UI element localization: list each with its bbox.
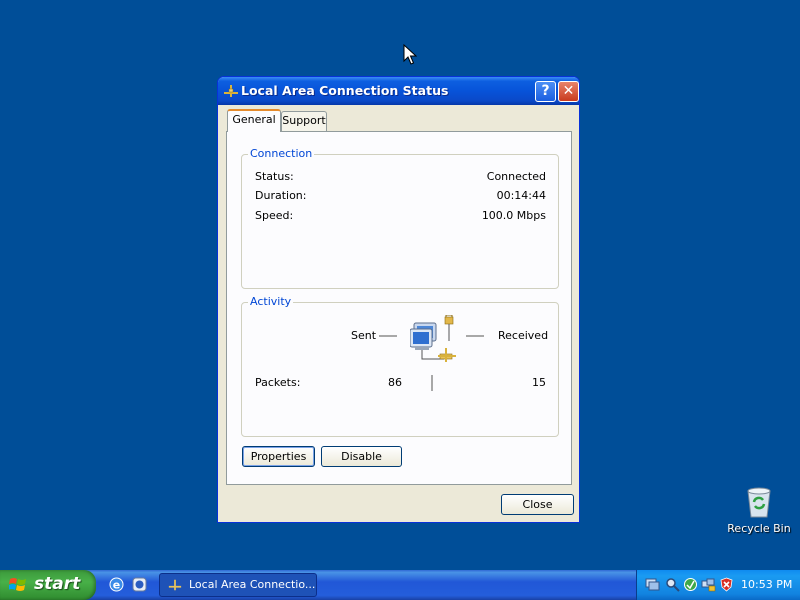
search-tray-icon[interactable] [665, 577, 680, 592]
task-button-connection-status[interactable]: Local Area Connectio... [159, 573, 317, 597]
status-value: Connected [486, 170, 546, 183]
duration-value: 00:14:44 [496, 189, 546, 202]
packets-received-value: 15 [532, 376, 546, 389]
status-label: Status: [255, 170, 294, 183]
tab-support[interactable]: Support [281, 111, 327, 131]
network-connection-icon[interactable] [701, 577, 716, 592]
help-button[interactable]: ? [535, 81, 556, 102]
speed-label: Speed: [255, 209, 294, 222]
internet-explorer-icon[interactable]: e [108, 576, 125, 593]
system-tray: 10:53 PM [636, 570, 800, 600]
update-tray-icon[interactable] [683, 577, 698, 592]
connection-group-label: Connection [248, 147, 315, 160]
packets-sent-value: 86 [388, 376, 402, 389]
title-bar[interactable]: Local Area Connection Status ? ✕ [218, 77, 579, 105]
sent-label: Sent [351, 329, 377, 342]
taskbar: start e Local Area Connectio... 10:53 PM [0, 570, 800, 600]
duration-label: Duration: [255, 189, 307, 202]
start-button[interactable]: start [0, 570, 96, 600]
tab-general[interactable]: General [227, 109, 281, 132]
connection-group: Connection Status: Connected Duration: 0… [241, 147, 559, 289]
packets-label: Packets: [255, 376, 301, 389]
disable-button[interactable]: Disable [321, 446, 402, 467]
security-alert-icon[interactable] [719, 577, 734, 592]
title-close-button[interactable]: ✕ [558, 81, 579, 102]
packets-divider [431, 375, 433, 391]
task-button-label: Local Area Connectio... [189, 578, 316, 591]
network-connection-icon [224, 85, 238, 97]
network-activity-icon [410, 315, 456, 362]
windows-media-icon[interactable] [131, 576, 148, 593]
recycle-bin-icon [747, 487, 771, 518]
network-monitor-icon[interactable] [645, 577, 660, 592]
sent-dash [379, 335, 397, 337]
dialog-body: General Support Connection Status: Conne… [221, 105, 576, 519]
properties-button[interactable]: Properties [242, 446, 315, 467]
network-connection-icon [168, 579, 182, 591]
received-dash [466, 335, 484, 337]
windows-logo-icon [9, 578, 26, 591]
close-button[interactable]: Close [501, 494, 574, 515]
mouse-cursor-icon [403, 44, 417, 65]
start-label: start [34, 574, 81, 594]
svg-text:e: e [113, 579, 120, 592]
recycle-bin[interactable]: Recycle Bin [724, 484, 794, 535]
connection-status-dialog: Local Area Connection Status ? ✕ General… [217, 76, 580, 523]
recycle-bin-label: Recycle Bin [727, 522, 791, 535]
activity-group-label: Activity [248, 295, 294, 308]
speed-value: 100.0 Mbps [481, 209, 546, 222]
general-tab-panel: Connection Status: Connected Duration: 0… [226, 131, 572, 485]
activity-group: Activity Sent Received Packets: 86 15 [241, 295, 559, 437]
window-title: Local Area Connection Status [241, 83, 449, 98]
clock[interactable]: 10:53 PM [741, 578, 792, 591]
received-label: Received [498, 329, 549, 342]
